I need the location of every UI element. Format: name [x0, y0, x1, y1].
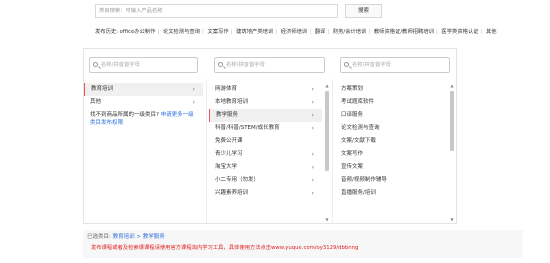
level3-item[interactable]: 论文检测与查询: [335, 122, 447, 135]
apply-category-hint: 找不到商品所属的一级类目? 申请更多一级类目发布权限: [90, 112, 194, 126]
column-divider: [332, 79, 333, 223]
scroll-down-icon[interactable]: ▼: [324, 217, 330, 223]
category-search-input[interactable]: 类目搜索：可输入产品名称: [95, 4, 338, 18]
level2-item[interactable]: 青少儿学习 ›: [209, 148, 322, 161]
history-item[interactable]: 文案写作: [207, 29, 228, 35]
level2-scrollbar[interactable]: ▲ ▼: [324, 83, 330, 223]
category-selector-panel: 名称/拼音首字母 教育培训 › 其他 › 找不到商品所属的一级类目? 申请更多一…: [83, 48, 457, 224]
selected-category-path[interactable]: 教育培训 > 教学服务: [113, 234, 165, 240]
chevron-right-icon: ›: [311, 99, 314, 106]
column-divider: [206, 79, 207, 223]
history-label: 发布历史:: [95, 29, 118, 35]
scroll-up-icon[interactable]: ▲: [449, 83, 455, 89]
scroll-up-icon[interactable]: ▲: [324, 83, 330, 89]
level3-item[interactable]: 音频/视频制作辅导: [335, 174, 447, 187]
scroll-down-icon[interactable]: ▼: [449, 217, 455, 223]
category-column-level2: 名称/拼音首字母 网游体育 › 本地教育培训 › 教学服务 › 科普/科普/STEM/…: [209, 49, 330, 223]
history-item[interactable]: 教师资格证/教师招聘培训: [374, 29, 434, 35]
level3-item[interactable]: 宣传文案: [335, 161, 447, 174]
history-item[interactable]: 建筑地产类培训: [236, 29, 273, 35]
level2-item[interactable]: 网游体育 ›: [209, 83, 322, 96]
history-item[interactable]: 其他: [486, 29, 497, 35]
level3-item[interactable]: 口译服务: [335, 109, 447, 122]
category-column-level1: 名称/拼音首字母 教育培训 › 其他 › 找不到商品所属的一级类目? 申请更多一…: [84, 49, 203, 223]
level3-item[interactable]: 直播服务/培训: [335, 187, 447, 200]
apply-category-link[interactable]: 申请更多一级类目发布权限: [90, 112, 194, 126]
level2-item[interactable]: 兴趣素养培训 ›: [209, 187, 322, 200]
level2-item[interactable]: 小二专用（勿发） ›: [209, 174, 322, 187]
search-icon: [344, 62, 349, 67]
chevron-right-icon: ›: [311, 190, 314, 197]
level2-item[interactable]: 淘宝大学 ›: [209, 161, 322, 174]
history-item[interactable]: 经济师培训: [281, 29, 308, 35]
search-button[interactable]: 搜索: [345, 4, 382, 18]
level2-filter-input[interactable]: 名称/拼音首字母: [214, 57, 325, 73]
chevron-right-icon: ›: [311, 164, 314, 171]
chevron-right-icon: ›: [311, 125, 314, 132]
selected-category: 已选类目: 教育培训 > 教学服务: [87, 234, 165, 240]
level1-filter-input[interactable]: 名称/拼音首字母: [89, 57, 198, 73]
chevron-right-icon: ›: [311, 86, 314, 93]
publish-history: 发布历史: office办公制作 | 论文检测与查询 | 文案写作 | 建筑地产类培训…: [95, 29, 497, 35]
history-item[interactable]: 财务/会计培训: [333, 29, 367, 35]
course-notice: 发布课程或者及检索课课程请使用官方课程淘内学习工具，具体使用方法点击www.yu…: [91, 245, 359, 251]
selection-footer: 已选类目: 教育培训 > 教学服务 发布课程或者及检索课课程请使用官方课程淘内学…: [83, 230, 523, 258]
history-item[interactable]: 翻译: [315, 29, 326, 35]
level3-item[interactable]: 方案策划: [335, 83, 447, 96]
level3-item[interactable]: 文案/文献下载: [335, 135, 447, 148]
history-item[interactable]: 医学类资格认证: [441, 29, 478, 35]
level1-item-other[interactable]: 其他 ›: [84, 96, 203, 109]
scrollbar-thumb[interactable]: [325, 91, 329, 171]
level3-scrollbar[interactable]: ▲ ▼: [449, 83, 455, 223]
scrollbar-thumb[interactable]: [450, 91, 454, 151]
search-icon: [218, 62, 223, 67]
level2-item-selected[interactable]: 教学服务 ›: [209, 109, 322, 122]
level3-item[interactable]: 文案写作: [335, 148, 447, 161]
history-item[interactable]: office办公制作: [120, 29, 156, 35]
chevron-right-icon: ›: [311, 177, 314, 184]
top-search-bar: 类目搜索：可输入产品名称 搜索: [95, 4, 535, 20]
chevron-right-icon: ›: [311, 151, 314, 158]
chevron-right-icon: ›: [311, 112, 314, 119]
history-item[interactable]: 论文检测与查询: [163, 29, 200, 35]
chevron-right-icon: ›: [192, 86, 195, 93]
level1-item-education[interactable]: 教育培训 ›: [84, 83, 203, 96]
level2-item[interactable]: 免费公开课: [209, 135, 322, 148]
level3-item[interactable]: 考试题库软件: [335, 96, 447, 109]
level3-filter-input[interactable]: 名称/拼音首字母: [340, 57, 450, 73]
level2-item[interactable]: 科普/科普/STEM/成长教育 ›: [209, 122, 322, 135]
category-column-level3: 名称/拼音首字母 方案策划 考试题库软件 口译服务 论文检测与查询 文案/文献下…: [335, 49, 455, 223]
level2-item[interactable]: 本地教育培训 ›: [209, 96, 322, 109]
chevron-right-icon: ›: [192, 99, 195, 106]
search-icon: [93, 62, 98, 67]
